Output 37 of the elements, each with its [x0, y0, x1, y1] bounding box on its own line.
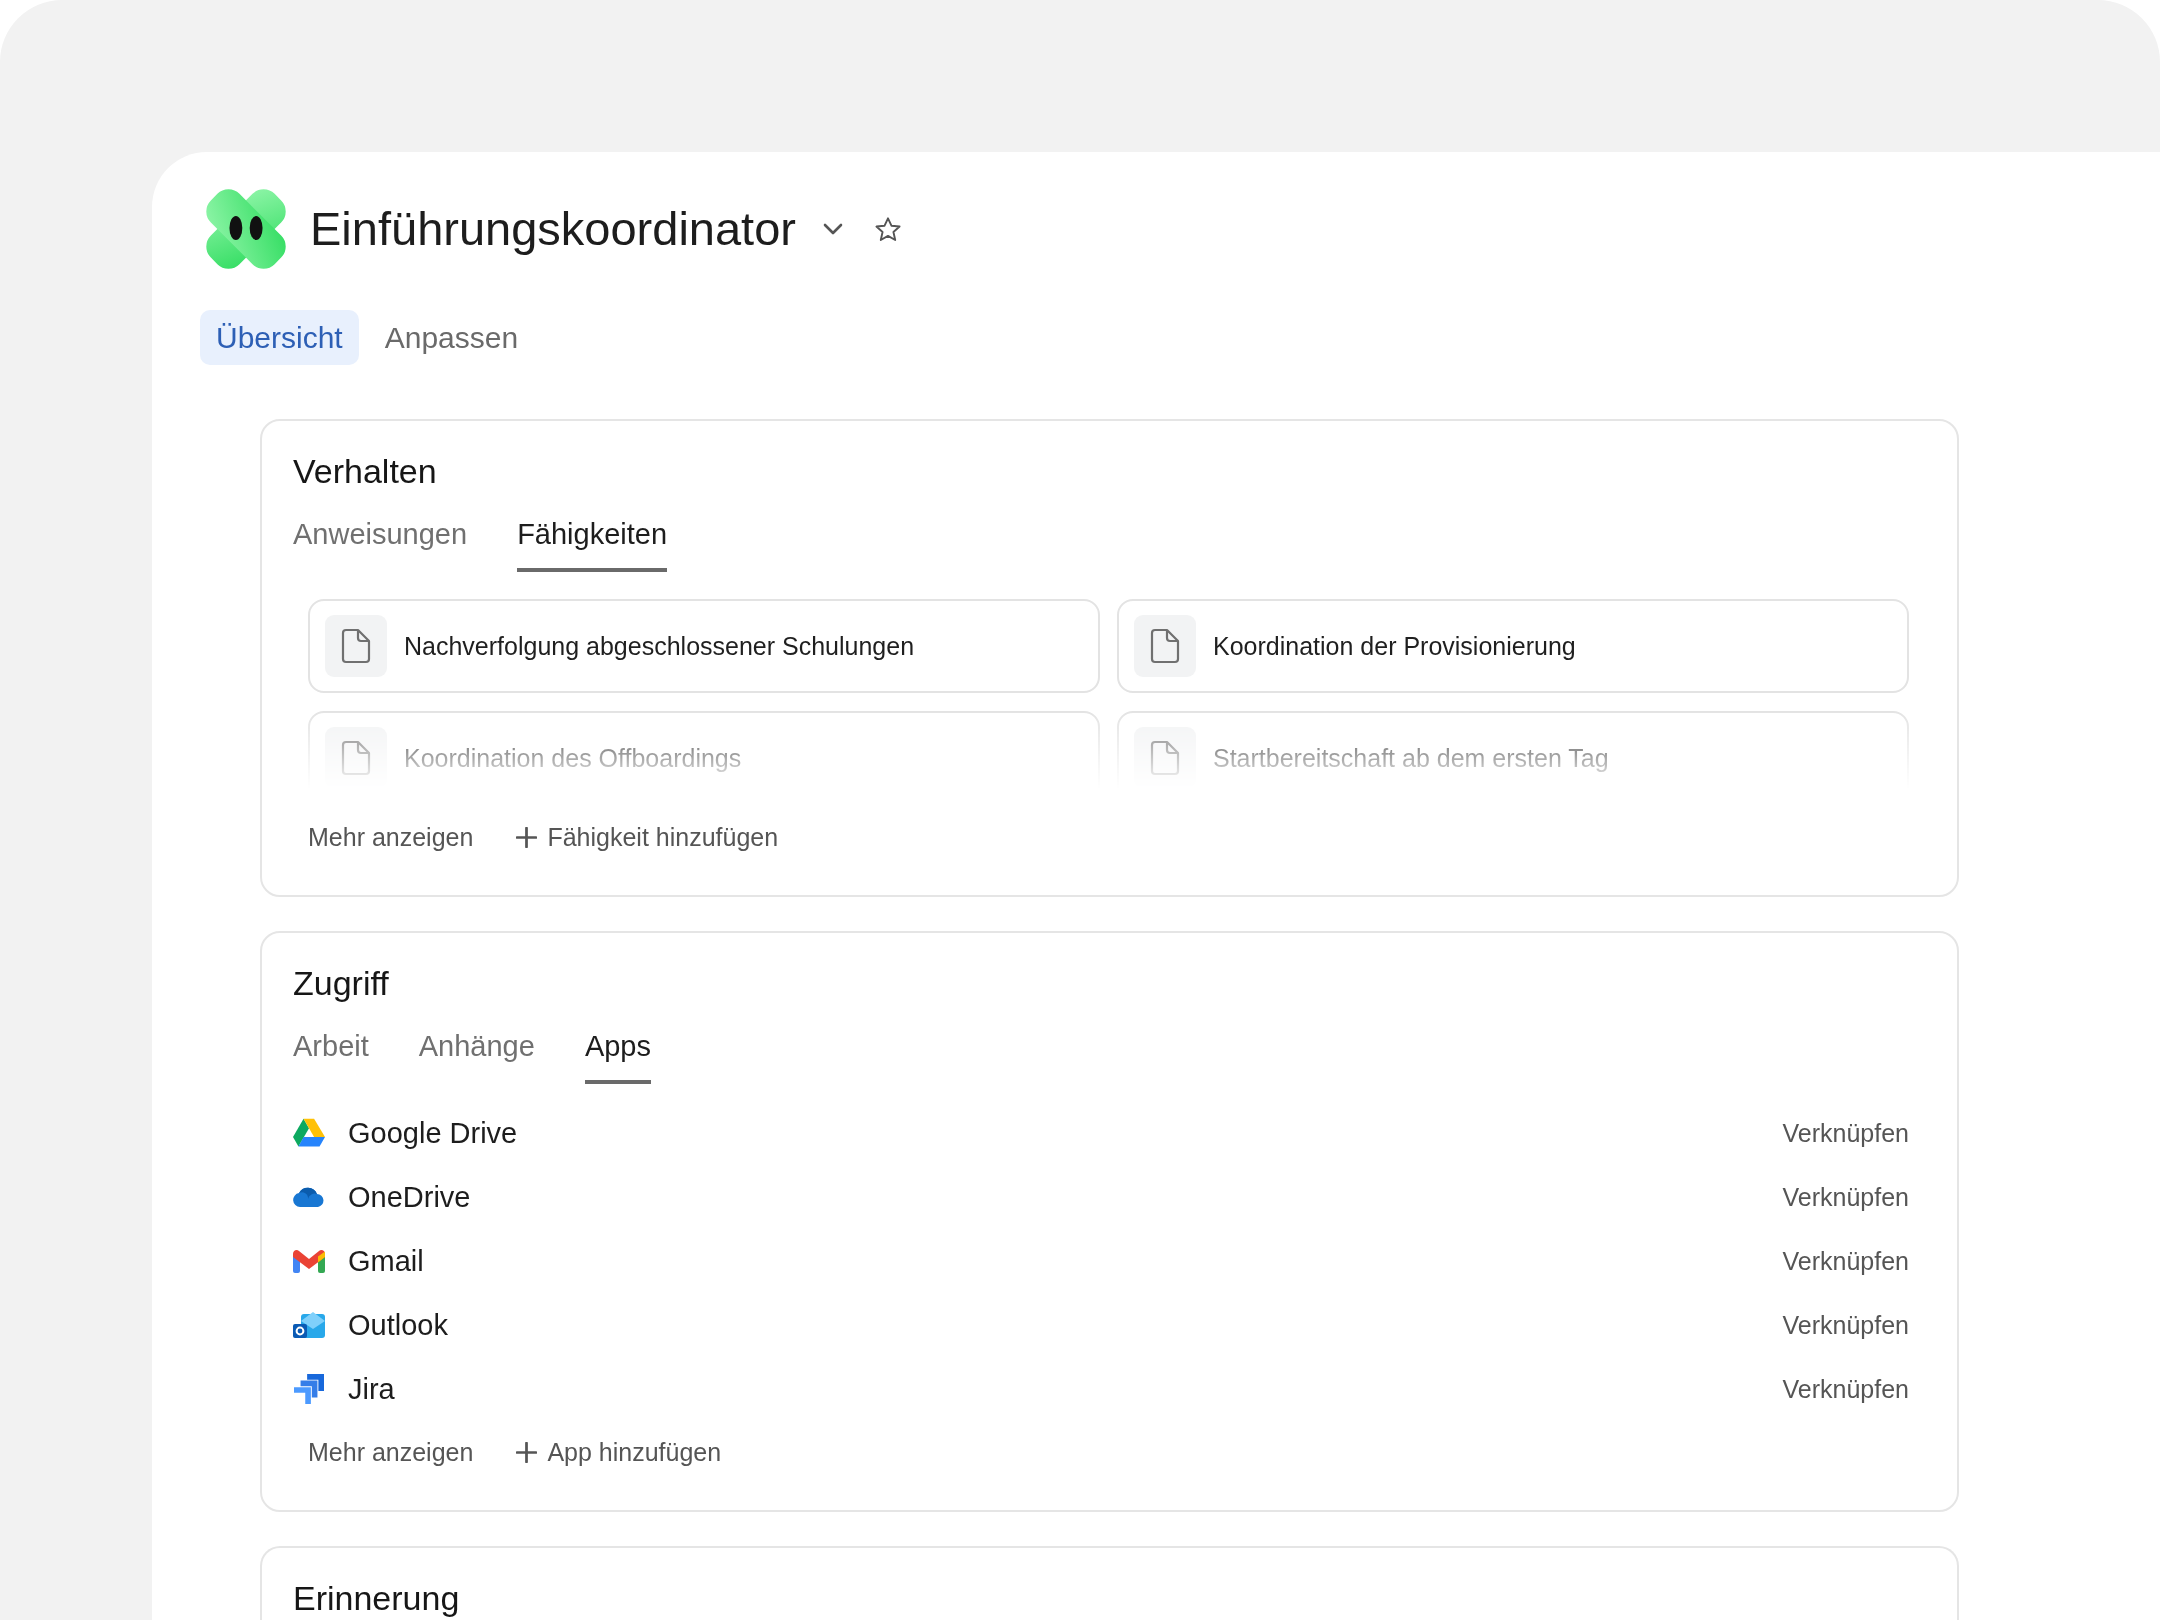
- show-more-link[interactable]: Mehr anzeigen: [308, 1436, 474, 1468]
- connect-link[interactable]: Verknüpfen: [1782, 1245, 1909, 1277]
- section-tab[interactable]: Anhänge: [418, 1028, 535, 1084]
- show-more-link[interactable]: Mehr anzeigen: [308, 821, 474, 853]
- document-icon: [1134, 615, 1196, 677]
- app-name: OneDrive: [348, 1180, 471, 1215]
- plus-icon: [516, 826, 538, 848]
- tab[interactable]: Übersicht: [200, 310, 359, 365]
- document-icon: [325, 615, 387, 677]
- app-name: Gmail: [348, 1244, 424, 1279]
- page-title: Einführungskoordinator: [310, 201, 796, 257]
- corner-chevrons-icon: [293, 1374, 325, 1404]
- envelope-icon: [293, 1310, 325, 1340]
- connect-link[interactable]: Verknüpfen: [1782, 1117, 1909, 1149]
- cloud-icon: [293, 1187, 325, 1207]
- skill-card[interactable]: Nachverfolgung abgeschlossener Schulungen: [308, 599, 1100, 693]
- section-title: Erinnerung: [293, 1578, 460, 1618]
- plus-icon: [516, 1441, 538, 1463]
- add-button[interactable]: Fähigkeit hinzufügen: [516, 821, 779, 853]
- app-name: Jira: [348, 1372, 395, 1407]
- skill-card[interactable]: Koordination der Provisionierung: [1117, 599, 1909, 693]
- chevron-down-icon[interactable]: [823, 223, 843, 235]
- app-name: Google Drive: [348, 1116, 518, 1151]
- tab[interactable]: Anpassen: [368, 310, 535, 365]
- connect-link[interactable]: Verknüpfen: [1782, 1309, 1909, 1341]
- section-tab[interactable]: Anweisungen: [293, 516, 468, 572]
- section-tab[interactable]: Apps: [584, 1028, 651, 1084]
- star-icon[interactable]: [875, 216, 901, 242]
- connect-link[interactable]: Verknüpfen: [1782, 1181, 1909, 1213]
- connect-link[interactable]: Verknüpfen: [1782, 1373, 1909, 1405]
- section-title: Zugriff: [293, 963, 389, 1003]
- section-title: Verhalten: [293, 451, 437, 491]
- section-tab[interactable]: Arbeit: [293, 1028, 369, 1084]
- app-name: Outlook: [348, 1308, 448, 1343]
- add-button[interactable]: App hinzufügen: [516, 1436, 722, 1468]
- section-tab[interactable]: Fähigkeiten: [517, 516, 668, 572]
- triangle-logo-icon: [293, 1118, 325, 1148]
